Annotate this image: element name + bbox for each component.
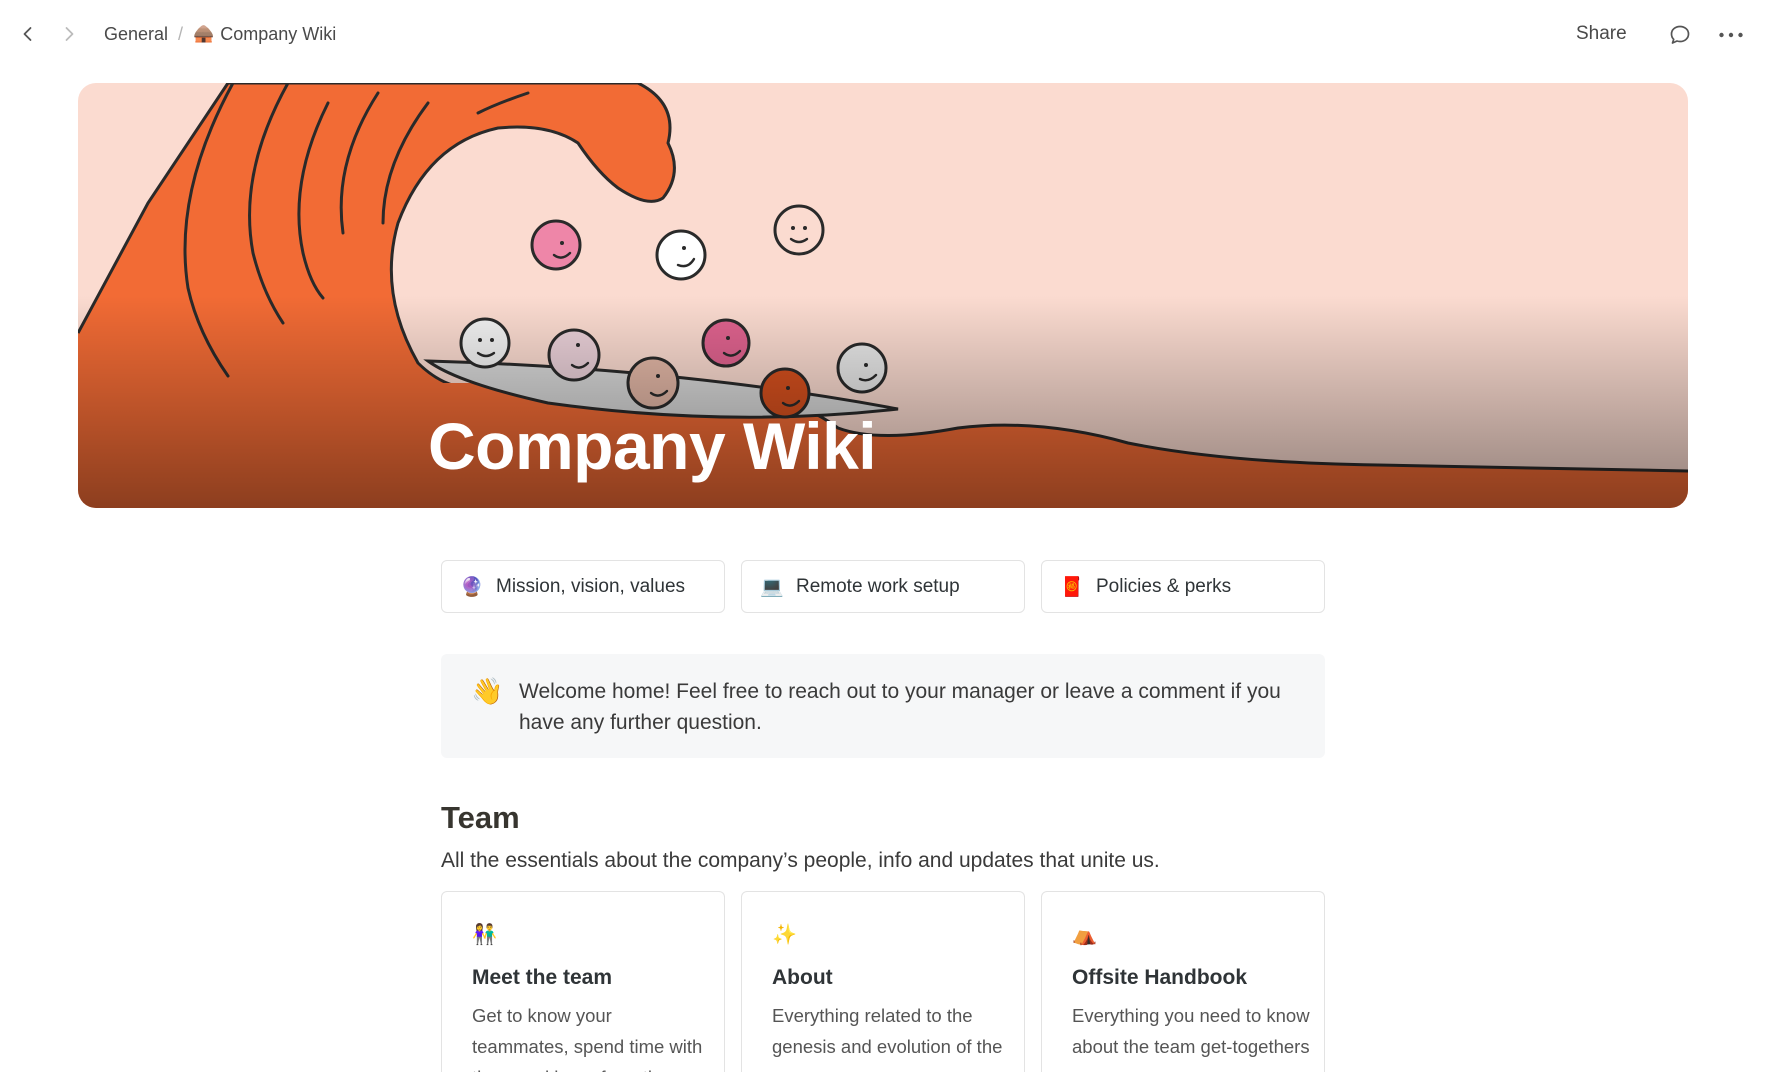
laptop-icon: 💻 — [760, 576, 784, 598]
quicklink-label: Policies & perks — [1096, 575, 1232, 597]
tent-icon: ⛺ — [1072, 924, 1097, 946]
team-heading: Team — [441, 800, 520, 835]
card-meet-the-team[interactable]: 👫 Meet the team Get to know your teammat… — [441, 891, 725, 1072]
card-title: Meet the team — [472, 966, 613, 989]
quicklink-label: Mission, vision, values — [496, 575, 686, 597]
quicklink-remote-work[interactable]: 💻 Remote work setup — [741, 560, 1025, 613]
more-horizontal-icon — [1719, 32, 1743, 38]
page-title: Company Wiki — [428, 409, 877, 483]
hut-icon: 🛖 — [193, 24, 215, 43]
team-description: All the essentials about the company’s p… — [441, 849, 1160, 872]
chevron-right-icon — [65, 27, 74, 41]
forward-button[interactable] — [55, 20, 83, 48]
quick-links: 🔮 Mission, vision, values 💻 Remote work … — [441, 560, 1325, 613]
card-text: Everything you need to know about the te… — [1072, 1005, 1310, 1057]
breadcrumb-separator: / — [178, 23, 184, 44]
page-content: 🔮 Mission, vision, values 💻 Remote work … — [441, 560, 1325, 1072]
people-icon: 👫 — [472, 924, 497, 946]
crystal-ball-icon: 🔮 — [460, 576, 484, 598]
more-options-button[interactable] — [1716, 20, 1746, 50]
card-text: Everything related to the genesis and ev… — [772, 1005, 1003, 1072]
comment-bubble-icon — [1670, 25, 1690, 44]
breadcrumb: General / 🛖 Company Wiki — [104, 21, 336, 47]
welcome-callout: 👋 Welcome home! Feel free to reach out t… — [441, 654, 1325, 758]
quicklink-mission[interactable]: 🔮 Mission, vision, values — [441, 560, 725, 613]
breadcrumb-company-wiki[interactable]: 🛖 Company Wiki — [193, 24, 336, 45]
comments-button[interactable] — [1665, 20, 1695, 50]
quicklink-label: Remote work setup — [796, 575, 960, 597]
sparkles-icon: ✨ — [772, 924, 797, 946]
wave-illustration — [78, 83, 1688, 508]
back-button[interactable] — [14, 20, 42, 48]
card-about[interactable]: ✨ About Everything related to the genesi… — [741, 891, 1025, 1072]
cover-image: Company Wiki — [78, 83, 1688, 508]
share-button[interactable]: Share — [1576, 20, 1627, 48]
card-title: Offsite Handbook — [1072, 966, 1248, 989]
waving-hand-icon: 👋 — [471, 676, 504, 706]
team-cards: 👫 Meet the team Get to know your teammat… — [441, 891, 1325, 1072]
card-text: Get to know your teammates, spend time w… — [472, 1005, 703, 1072]
card-title: About — [772, 966, 833, 989]
quicklink-policies[interactable]: 🧧 Policies & perks — [1041, 560, 1325, 613]
breadcrumb-company-wiki-label: Company Wiki — [220, 23, 337, 44]
breadcrumb-general-label: General — [104, 23, 169, 44]
breadcrumb-general[interactable]: General — [104, 24, 168, 45]
chevron-left-icon — [23, 27, 32, 41]
red-envelope-icon: 🧧 — [1060, 576, 1084, 598]
card-offsite-handbook[interactable]: ⛺ Offsite Handbook Everything you need t… — [1041, 891, 1325, 1072]
callout-text[interactable]: Welcome home! Feel free to reach out to … — [519, 676, 1299, 738]
top-bar: General / 🛖 Company Wiki Share — [0, 0, 1766, 68]
